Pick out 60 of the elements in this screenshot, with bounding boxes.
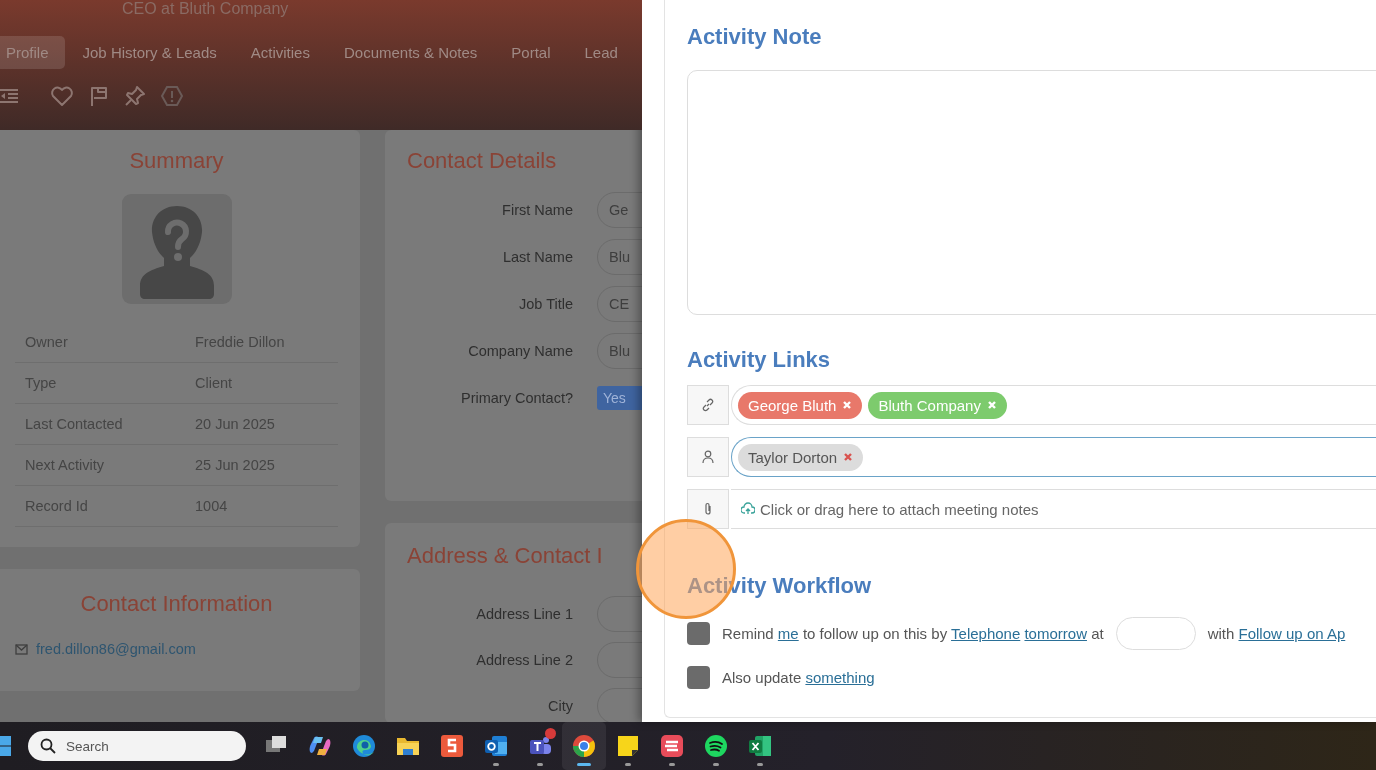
inline-link[interactable]: something: [805, 669, 875, 686]
list-app-icon: [659, 733, 685, 759]
field-label: Primary Contact?: [460, 389, 574, 406]
card-title: Contact Details: [406, 148, 558, 174]
outdent-icon[interactable]: [0, 86, 20, 106]
tab[interactable]: Activities: [234, 36, 326, 69]
note-icon: [615, 733, 641, 759]
link-icon: [701, 398, 715, 412]
section-title: Activity Note: [687, 24, 823, 50]
tab[interactable]: Portal: [495, 36, 567, 69]
email-link[interactable]: fred.dillon86@gmail.com: [36, 641, 196, 657]
avatar-icon: [121, 194, 232, 304]
field-label: Job Title: [518, 295, 574, 312]
tab[interactable]: Lead: [568, 36, 634, 69]
card-title: Address & Contact I: [406, 543, 604, 569]
tag[interactable]: Bluth Company: [868, 391, 1007, 419]
tab[interactable]: Documents & Notes: [327, 36, 494, 69]
mail-app-icon: [483, 733, 509, 759]
sentence: with Follow up on Ap: [1207, 625, 1346, 642]
field-label: Company Name: [467, 342, 574, 359]
sentence: Remind me to follow up on this by Telephone tomorrow at: [722, 625, 1104, 642]
inline-link[interactable]: Telephone: [951, 625, 1021, 642]
card-title: Contact Information: [79, 591, 274, 617]
swirl-icon: [351, 733, 377, 759]
alert-icon[interactable]: [160, 85, 184, 107]
field-label: Last Name: [501, 248, 574, 265]
upload-hint: Click or drag here to attach meeting notes: [760, 500, 1039, 518]
sentence: Also update something: [722, 669, 875, 686]
tag[interactable]: George Bluth: [738, 391, 863, 419]
field-label: First Name: [501, 201, 574, 218]
search-icon: [40, 738, 56, 754]
remove-icon[interactable]: [843, 452, 854, 462]
contact-subtitle: CEO at Bluth Company: [121, 0, 290, 19]
upload-icon: [741, 502, 755, 516]
spreadsheet-app-icon: [747, 733, 773, 759]
tag[interactable]: Taylor Dorton: [738, 443, 864, 471]
s-app-icon: [439, 733, 465, 759]
inline-link[interactable]: Follow up on Ap: [1238, 625, 1346, 642]
pin-icon[interactable]: [124, 85, 146, 107]
toggle-switch[interactable]: Yes: [597, 385, 642, 410]
tab[interactable]: Profile: [0, 36, 65, 69]
checkbox[interactable]: [687, 666, 710, 689]
flag-icon[interactable]: [88, 85, 110, 107]
card-title: Summary: [128, 148, 225, 174]
inline-link[interactable]: tomorrow: [1024, 625, 1087, 642]
heart-icon[interactable]: [50, 85, 74, 107]
taskbar-app[interactable]: [562, 722, 606, 770]
field-label: City: [547, 698, 574, 714]
music-app-icon: [703, 733, 729, 759]
field-label: Address Line 1: [475, 606, 574, 622]
upload-field[interactable]: Click or drag here to attach meeting notes: [731, 489, 1376, 529]
tab[interactable]: Job History & Leads: [66, 36, 233, 69]
field-label: Address Line 2: [475, 652, 574, 668]
search-field[interactable]: Search: [28, 731, 246, 761]
inline-link[interactable]: me: [777, 625, 799, 642]
person-icon: [701, 450, 715, 464]
section-title: Activity Links: [687, 347, 832, 373]
checkbox[interactable]: [687, 622, 710, 645]
mail-icon: [15, 643, 28, 655]
browser-icon: [571, 733, 597, 759]
